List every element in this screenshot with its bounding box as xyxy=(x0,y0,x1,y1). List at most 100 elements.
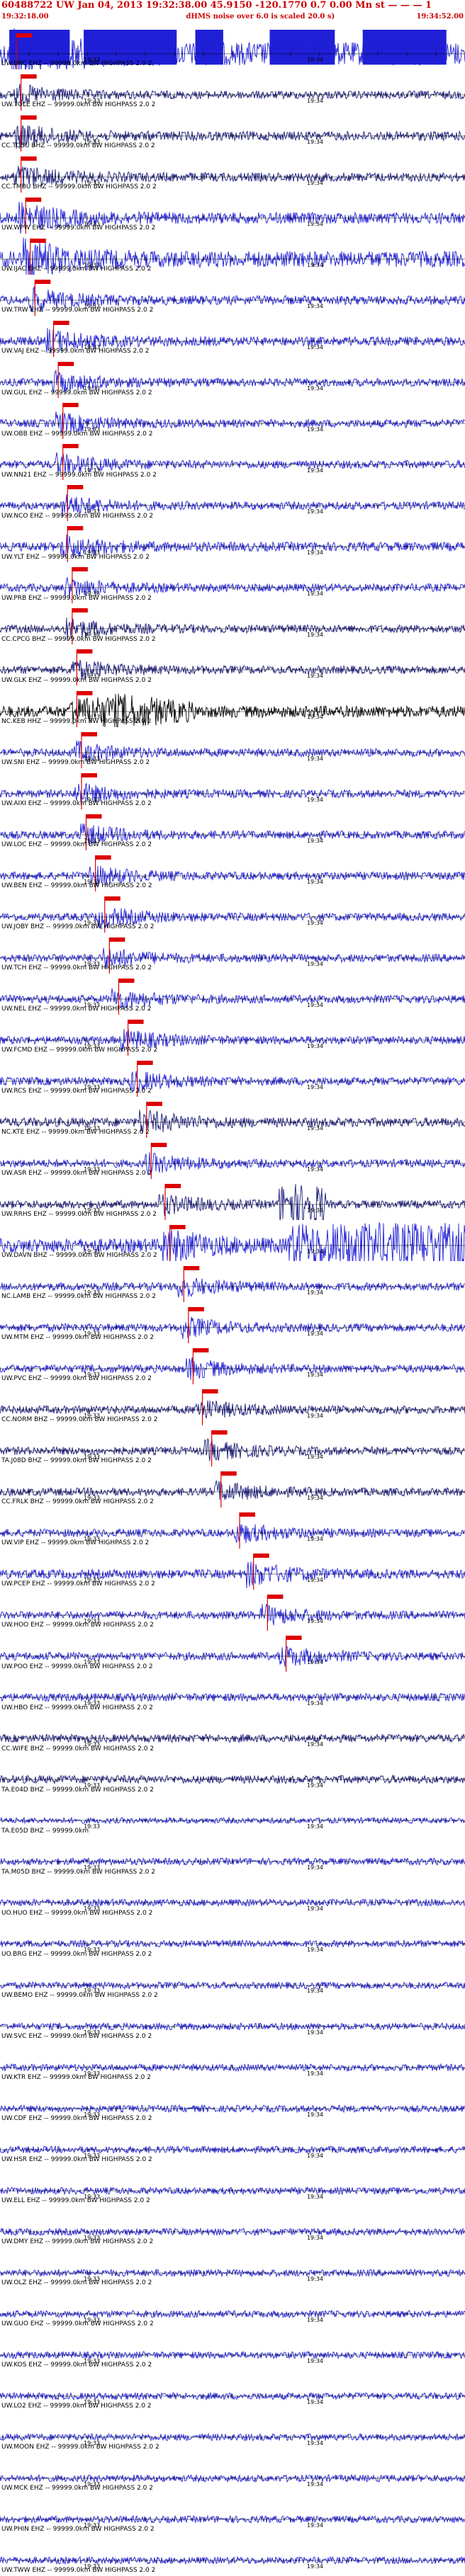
phase-pick-flag xyxy=(21,115,37,120)
trace-row: CC.NORM BHZ -- 99999.0km BW HIGHPASS 2.0… xyxy=(0,1384,465,1426)
tick-label-right: 19:34 xyxy=(306,2029,324,2036)
station-label: UW.BEMO EHZ -- 99999.0km BW HIGHPASS 2.0… xyxy=(1,1991,158,1999)
station-label: UW.MTM EHZ -- 99999.0km BW HIGHPASS 2.0 … xyxy=(1,1334,155,1342)
tick-label-right: 19:34 xyxy=(306,1577,324,1584)
tick-label-left: 19:33 xyxy=(84,2275,101,2282)
tick-label-left: 19:33 xyxy=(84,385,101,392)
station-label: UW.ELL EHZ -- 99999.0km BW HIGHPASS 2.0 … xyxy=(1,2196,150,2204)
tick-label-left: 19:33 xyxy=(84,1618,101,1625)
tick-label-left: 19:33 xyxy=(84,2563,101,2570)
trace-row: NC.LAMB EHZ -- 99999.0km BW HIGHPASS 2.0… xyxy=(0,1261,465,1302)
station-label: UW.RCS EHZ -- 99999.0km BW HIGHPASS 2.0 … xyxy=(1,1088,152,1095)
station-label: UW.IJAC EHZ -- 99999.0km BW HIGHPASS 2.0… xyxy=(1,266,152,273)
trace-row: UW.DAVN BHZ -- 99999.0km BW HIGHPASS 2.0… xyxy=(0,1220,465,1261)
tick-label-right: 19:34 xyxy=(306,919,324,926)
station-label: UW.PCEP EHZ -- 99999.0km BW HIGHPASS 2.0… xyxy=(1,1580,155,1588)
station-label: UW.TRW EHZ -- 99999.0km BW HIGHPASS 2.0 … xyxy=(1,307,154,314)
tick-label-left: 19:33 xyxy=(84,1454,101,1461)
station-label: UO.HUO EHZ -- 99999.0km BW HIGHPASS 2.0 … xyxy=(1,1909,153,1917)
trace-row: UW.LO2 EHZ -- 99999.0km BW HIGHPASS 2.0 … xyxy=(0,2371,465,2412)
station-label: UW.NCO EHZ -- 99999.0km BW HIGHPASS 2.0 … xyxy=(1,512,154,520)
trace-row: UW.VAJ EHZ -- 99999.0km BW HIGHPASS 2.0 … xyxy=(0,316,465,358)
tick-label-left: 19:33 xyxy=(84,98,101,104)
phase-pick-flag xyxy=(184,1265,200,1270)
trace-row: UW.HOO EHZ -- 99999.0km BW HIGHPASS 2.0 … xyxy=(0,1590,465,1631)
station-label: UW.HOO EHZ -- 99999.0km BW HIGHPASS 2.0 … xyxy=(1,1622,154,1629)
phase-pick-flag xyxy=(104,896,121,901)
trace-row: NC.KTE EHZ -- 99999.0km BW HIGHPASS 2.0 … xyxy=(0,1097,465,1138)
tick-label-left: 19:33 xyxy=(84,262,101,269)
phase-pick-flag xyxy=(165,1183,181,1188)
trace-row: UW.LOC EHZ -- 99999.0km BW HIGHPASS 2.0 … xyxy=(0,809,465,850)
tick-label-left: 19:33 xyxy=(84,180,101,187)
tick-label-left: 19:33 xyxy=(84,1577,101,1584)
station-label: UW.JOBY BHZ -- 99999.0km BW HIGHPASS 2.0… xyxy=(1,923,155,930)
tick-label-right: 19:34 xyxy=(306,1618,324,1625)
trace-row: UW.MTM EHZ -- 99999.0km BW HIGHPASS 2.0 … xyxy=(0,1302,465,1344)
phase-pick-flag xyxy=(77,690,93,695)
station-label: CC.FRLK BHZ -- 99999.0km BW HIGHPASS 2.0… xyxy=(1,1498,154,1506)
trace-row: UW.PCEP EHZ -- 99999.0km BW HIGHPASS 2.0… xyxy=(0,1549,465,1590)
tick-label-right: 19:34 xyxy=(306,2521,324,2529)
tick-label-right: 19:34 xyxy=(306,632,324,639)
tick-label-left: 19:33 xyxy=(84,2316,101,2323)
trace-row: UW.BEMO EHZ -- 99999.0km BW HIGHPASS 2.0… xyxy=(0,1960,465,2001)
event-title: 60488722 UW Jan 04, 2013 19:32:38.00 45.… xyxy=(1,0,432,11)
station-label: NC.KTE EHZ -- 99999.0km BW HIGHPASS 2.0 … xyxy=(1,1129,150,1136)
tick-label-left: 19:33 xyxy=(84,1124,101,1132)
trace-row: UW.TWW EHZ -- 99999.0km BW HIGHPASS 2.0 … xyxy=(0,2535,465,2576)
trace-row: UW.BEN EHZ -- 99999.0km BW HIGHPASS 2.0 … xyxy=(0,850,465,891)
tick-label-right: 19:34 xyxy=(306,673,324,680)
trace-row: UW.NCO EHZ -- 99999.0km BW HIGHPASS 2.0 … xyxy=(0,480,465,522)
tick-label-left: 19:33 xyxy=(84,1905,101,1913)
phase-pick-flag xyxy=(81,731,97,736)
tick-label-right: 19:34 xyxy=(306,344,324,351)
tick-label-right: 19:34 xyxy=(306,1083,324,1090)
trace-row: UW.WPW EHZ -- 99999.0km BW HIGHPASS 2.0 … xyxy=(0,193,465,234)
trace-row: UW.TRW EHZ -- 99999.0km BW HIGHPASS 2.0 … xyxy=(0,275,465,317)
tick-label-left: 19:33 xyxy=(84,837,101,844)
station-label: UW.NEL EHZ -- 99999.0km BW HIGHPASS 2.0 … xyxy=(1,1005,152,1013)
trace-row: UW.JOBY BHZ -- 99999.0km BW HIGHPASS 2.0… xyxy=(0,891,465,933)
tick-label-left: 19:33 xyxy=(84,632,101,639)
station-label: UW.KTR EHZ -- 99999.0km BW HIGHPASS 2.0 … xyxy=(1,2073,151,2081)
station-label: UW.CDF EHZ -- 99999.0km BW HIGHPASS 2.0 … xyxy=(1,2114,152,2122)
trace-row: UW.OLZ EHZ -- 99999.0km BW HIGHPASS 2.0 … xyxy=(0,2247,465,2289)
trace-row: UW.KTR EHZ -- 99999.0km BW HIGHPASS 2.0 … xyxy=(0,2042,465,2083)
tick-label-right: 19:34 xyxy=(306,2152,324,2159)
tick-label-right: 19:34 xyxy=(306,1947,324,1954)
trace-row: UW.IJAC EHZ -- 99999.0km BW HIGHPASS 2.0… xyxy=(0,234,465,275)
trace-row: UW.ELL EHZ -- 99999.0km BW HIGHPASS 2.0 … xyxy=(0,2165,465,2206)
tick-label-left: 19:33 xyxy=(84,796,101,803)
tick-label-right: 19:34 xyxy=(306,1495,324,1502)
tick-label-right: 19:34 xyxy=(306,2439,324,2446)
tick-label-left: 19:33 xyxy=(84,139,101,146)
station-label: UW.VAJ EHZ -- 99999.0km BW HIGHPASS 2.0 … xyxy=(1,348,150,355)
phase-pick-flag xyxy=(193,1347,209,1352)
tick-label-right: 19:34 xyxy=(306,1741,324,1748)
tick-label-left: 19:33 xyxy=(84,1248,101,1255)
station-label: UW.WPW EHZ -- 99999.0km BW HIGHPASS 2.0 … xyxy=(1,224,156,232)
station-label: UW.OBB EHZ -- 99999.0km BW HIGHPASS 2.0 … xyxy=(1,430,153,438)
tick-label-left: 19:33 xyxy=(84,1741,101,1748)
tick-label-right: 19:34 xyxy=(306,1413,324,1420)
tick-label-left: 19:33 xyxy=(84,1372,101,1378)
station-label: UW.POO EHZ -- 99999.0km BW HIGHPASS 2.0 … xyxy=(1,1663,153,1670)
phase-pick-flag xyxy=(67,526,84,531)
tick-label-right: 19:34 xyxy=(306,180,324,187)
phase-pick-flag xyxy=(118,978,135,983)
station-label: TA.J08D BHZ -- 99999.0km BW HIGHPASS 2.0… xyxy=(1,1457,152,1465)
phase-pick-flag xyxy=(188,1306,204,1311)
phase-pick-flag xyxy=(53,321,69,326)
tick-label-right: 19:34 xyxy=(306,139,324,146)
tick-label-left: 19:33 xyxy=(84,673,101,680)
tick-label-right: 19:34 xyxy=(306,2070,324,2077)
tick-label-right: 19:34 xyxy=(306,878,324,885)
station-label: UW.YLT EHZ -- 99999.0km BW HIGHPASS 2.0 … xyxy=(1,553,150,561)
station-label: UW.DAVN BHZ -- 99999.0km BW HIGHPASS 2.0… xyxy=(1,1252,157,1260)
phase-pick-flag xyxy=(202,1389,218,1394)
station-label: UW.LO2 EHZ -- 99999.0km BW HIGHPASS 2.0 … xyxy=(1,2403,152,2410)
trace-row: UW.BRC EHZ -- 99999.0km BW HIGHPASS 2.0 … xyxy=(0,28,465,70)
tick-label-right: 19:34 xyxy=(306,1988,324,1995)
tick-label-right: 19:34 xyxy=(306,960,324,967)
